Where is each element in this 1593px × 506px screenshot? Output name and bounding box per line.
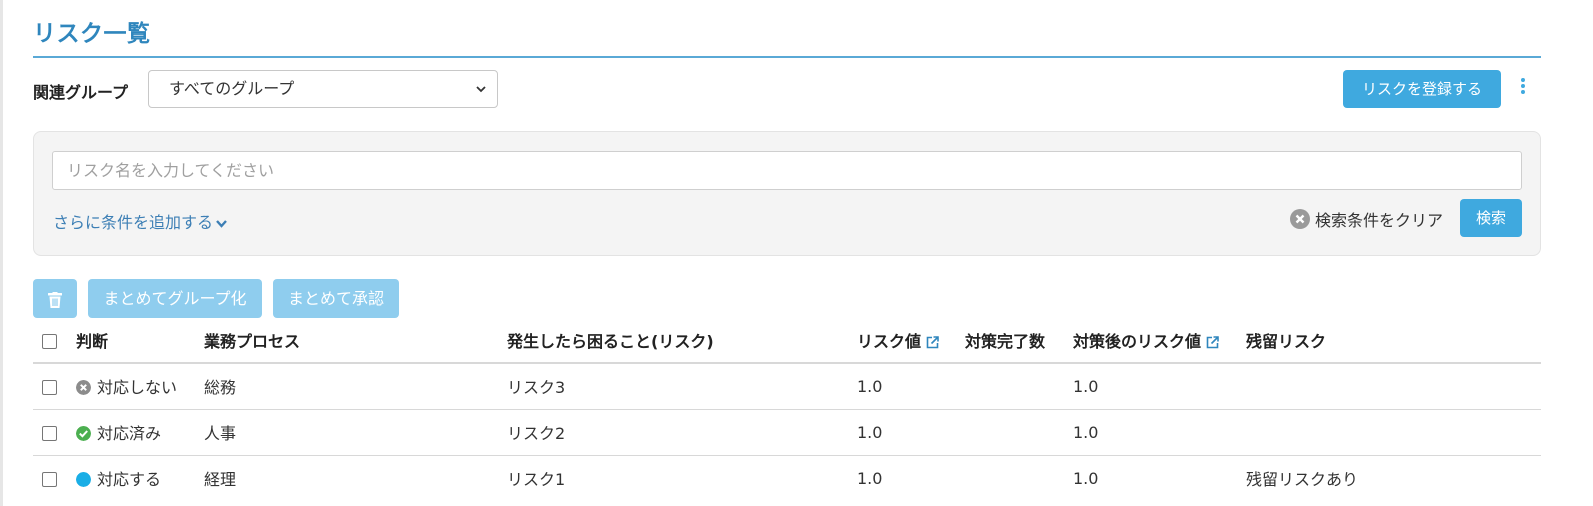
header-process[interactable]: 業務プロセス	[204, 318, 507, 364]
after-value-cell: 1.0	[1073, 376, 1099, 396]
chevron-down-icon	[216, 219, 227, 228]
group-filter-label: 関連グループ	[33, 83, 129, 102]
table-row[interactable]: 対応する 経理 リスク1 1.0 1.0 残留リスクあり	[33, 455, 1541, 501]
process-cell: 総務	[204, 378, 237, 398]
risk-name-cell[interactable]: リスク3	[507, 363, 857, 409]
clear-x-circle-icon	[1290, 209, 1310, 229]
circle-icon	[76, 472, 91, 488]
residual-cell	[1246, 363, 1541, 409]
x-circle-icon	[76, 380, 91, 396]
residual-cell	[1246, 409, 1541, 455]
table-row[interactable]: 対応済み 人事 リスク2 1.0 1.0	[33, 409, 1541, 455]
select-all-cell	[33, 318, 76, 364]
add-condition-link[interactable]: さらに条件を追加する	[53, 209, 228, 233]
check-circle-icon	[76, 426, 91, 441]
risk-name-cell[interactable]: リスク1	[507, 455, 857, 501]
row-checkbox[interactable]	[42, 471, 57, 487]
external-link-icon[interactable]	[926, 336, 939, 349]
page-title: リスク一覧	[33, 21, 151, 47]
more-menu-icon[interactable]	[1517, 78, 1529, 100]
header-risk-value-cell: リスク値	[857, 318, 965, 364]
residual-cell: 残留リスクあり	[1246, 470, 1359, 490]
chevron-down-icon	[476, 86, 486, 93]
risk-value-cell: 1.0	[857, 422, 883, 442]
done-count-cell	[965, 363, 1073, 409]
row-select-cell	[33, 363, 76, 409]
register-risk-button[interactable]: リスクを登録する	[1343, 70, 1501, 108]
row-checkbox[interactable]	[42, 379, 57, 395]
table-row[interactable]: 対応しない 総務 リスク3 1.0 1.0	[33, 363, 1541, 409]
trash-icon	[48, 291, 62, 308]
delete-button[interactable]	[33, 279, 77, 318]
header-judgement[interactable]: 判断	[76, 318, 204, 364]
status-cell: 対応済み	[76, 409, 204, 455]
window-left-border	[0, 0, 3, 506]
header-residual[interactable]: 残留リスク	[1246, 318, 1541, 364]
status-label: 対応済み	[97, 424, 162, 443]
status-cell: 対応しない	[76, 363, 204, 409]
select-all-checkbox[interactable]	[42, 333, 57, 349]
status-label: 対応する	[97, 470, 162, 490]
risk-name-cell[interactable]: リスク2	[507, 409, 857, 455]
row-select-cell	[33, 455, 76, 501]
clear-conditions-label: 検索条件をクリア	[1315, 211, 1444, 230]
risk-value-cell: 1.0	[857, 376, 883, 396]
header-after-value-cell: 対策後のリスク値	[1073, 318, 1246, 364]
search-panel: さらに条件を追加する 検索条件をクリア 検索	[33, 131, 1541, 256]
process-cell: 経理	[204, 470, 237, 490]
row-checkbox[interactable]	[42, 425, 57, 441]
done-count-cell	[965, 455, 1073, 501]
after-value-cell: 1.0	[1073, 422, 1099, 442]
status-label: 対応しない	[97, 378, 178, 398]
done-count-cell	[965, 409, 1073, 455]
row-select-cell	[33, 409, 76, 455]
header-risk[interactable]: 発生したら困ること(リスク)	[507, 318, 857, 364]
header-done-count[interactable]: 対策完了数	[965, 318, 1073, 364]
group-select-value: すべてのグループ	[169, 79, 295, 98]
status-cell: 対応する	[76, 455, 204, 501]
title-divider	[33, 56, 1541, 58]
bulk-group-button[interactable]: まとめてグループ化	[88, 279, 262, 318]
add-condition-label: さらに条件を追加する	[53, 213, 214, 232]
after-value-cell: 1.0	[1073, 468, 1099, 488]
header-after-value[interactable]: 対策後のリスク値	[1073, 332, 1201, 351]
header-risk-value[interactable]: リスク値	[857, 332, 921, 351]
risk-table: 判断 業務プロセス 発生したら困ること(リスク) リスク値 対策完了数 対策後の…	[33, 318, 1541, 501]
risk-value-cell: 1.0	[857, 468, 883, 488]
search-button[interactable]: 検索	[1460, 199, 1522, 237]
external-link-icon[interactable]	[1206, 336, 1219, 349]
group-select[interactable]: すべてのグループ	[148, 70, 498, 108]
risk-name-search-input[interactable]	[52, 151, 1522, 190]
table-header-row: 判断 業務プロセス 発生したら困ること(リスク) リスク値 対策完了数 対策後の…	[33, 318, 1541, 364]
clear-conditions-link[interactable]: 検索条件をクリア	[1290, 207, 1443, 231]
bulk-approve-button[interactable]: まとめて承認	[273, 279, 399, 318]
process-cell: 人事	[204, 424, 237, 443]
